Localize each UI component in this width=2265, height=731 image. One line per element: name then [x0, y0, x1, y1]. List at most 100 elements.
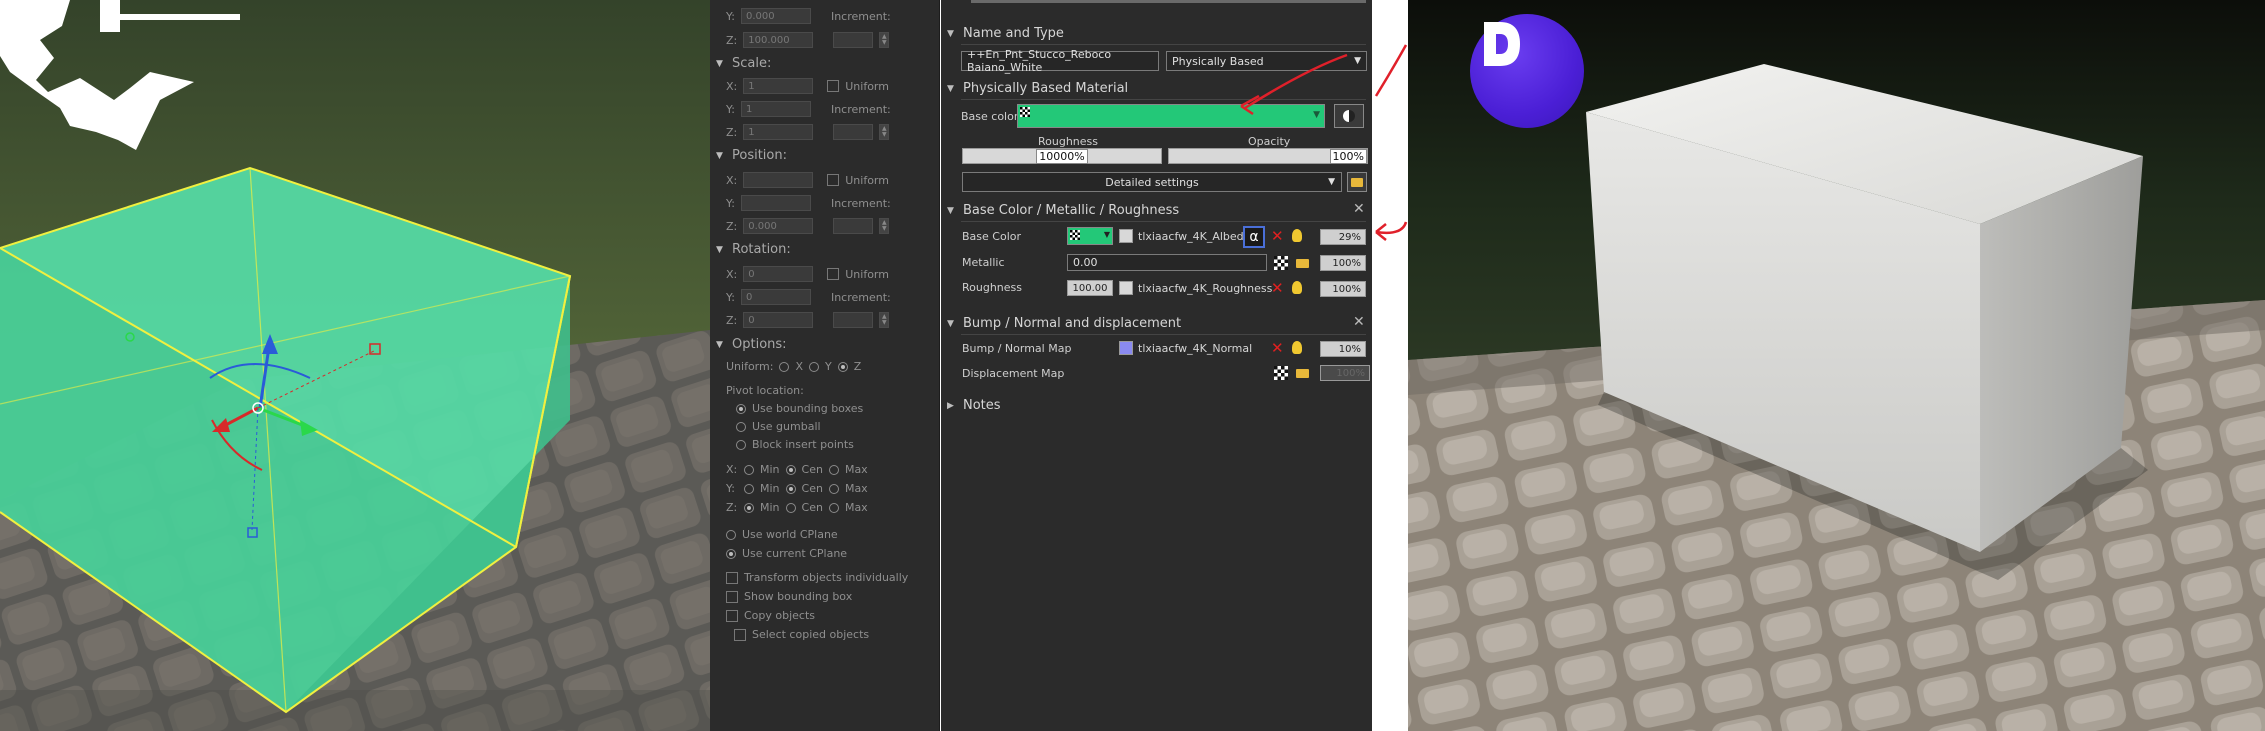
white-separator [1372, 0, 1408, 731]
pivot-bbox-radio[interactable] [736, 403, 746, 414]
scale-y-row: Y: 1 Increment: [726, 101, 891, 117]
checkbox-row: Select copied objects [734, 628, 869, 641]
uniform-checkbox[interactable] [827, 80, 840, 92]
x-max-radio[interactable] [828, 464, 839, 475]
radio-label: Min [760, 482, 780, 495]
options-section[interactable]: ▼ Options: [716, 337, 787, 352]
rotation-z-field[interactable]: 0 [743, 312, 814, 328]
axis-label: Z: [726, 501, 738, 514]
scale-increment-field[interactable] [833, 124, 874, 140]
z-min-radio[interactable] [744, 502, 754, 513]
spin-control[interactable]: ▲ ▼ [879, 312, 890, 328]
viewport-3d[interactable] [0, 0, 710, 731]
z-cen-radio[interactable] [785, 502, 796, 513]
transform-options-panel: Y: 0.000 Increment: Z: 100.000 ▲ ▼ ▼ Scal… [710, 0, 940, 731]
uniform-checkbox[interactable] [827, 268, 840, 280]
top-y-field[interactable]: 0.000 [740, 8, 811, 24]
chevron-down-icon: ▼ [716, 244, 723, 255]
position-y-row: Y: Increment: [726, 195, 891, 211]
pivot-option: Use bounding boxes [736, 402, 863, 415]
spin-control[interactable]: ▲ ▼ [879, 124, 890, 140]
rotation-z-row: Z: 0 ▲ ▼ [726, 312, 890, 328]
x-min-radio[interactable] [744, 464, 754, 475]
radio-label: Z [853, 360, 862, 373]
uniform-x-radio[interactable] [779, 361, 790, 372]
radio-label: Cen [801, 482, 823, 495]
z-align-row: Z: Min Cen Max [726, 501, 868, 514]
annotation-arrows [1240, 53, 1348, 116]
top-z-row: Z: 100.000 ▲ ▼ [726, 32, 890, 48]
increment-label: Increment: [830, 9, 891, 23]
axis-label: Y: [726, 482, 735, 495]
uniform-checkbox[interactable] [827, 174, 840, 186]
y-cen-radio[interactable] [785, 483, 796, 494]
render-preview [1408, 0, 2265, 731]
uniform-label: Uniform [845, 79, 889, 93]
scale-z-field[interactable]: 1 [743, 124, 814, 140]
current-cplane-radio[interactable] [726, 548, 736, 559]
pivot-gumball-radio[interactable] [736, 421, 746, 432]
uniform-y-radio[interactable] [808, 361, 819, 372]
position-section[interactable]: ▼ Position: [716, 148, 787, 163]
rotation-section[interactable]: ▼ Rotation: [716, 242, 791, 257]
cplane-option: Use current CPlane [726, 547, 847, 560]
y-max-radio[interactable] [828, 483, 839, 494]
pivot-block-radio[interactable] [736, 439, 746, 450]
axis-label: Y: [726, 290, 735, 304]
pivot-option: Use gumball [736, 420, 821, 433]
position-x-row: X: Uniform [726, 172, 889, 188]
rotation-title: Rotation: [732, 242, 791, 257]
z-max-radio[interactable] [828, 502, 839, 513]
radio-label: Min [760, 463, 780, 476]
rotation-increment-field[interactable] [833, 312, 874, 328]
radio-label: Use current CPlane [742, 547, 848, 560]
pivot-option: Block insert points [736, 438, 854, 451]
position-increment-field[interactable] [833, 218, 874, 234]
position-z-row: Z: 0.000 ▲ ▼ [726, 218, 890, 234]
scale-z-row: Z: 1 ▲ ▼ [726, 124, 890, 140]
increment-label: Increment: [830, 102, 891, 116]
scale-x-field[interactable]: 1 [743, 78, 814, 94]
position-x-field[interactable] [743, 172, 814, 188]
scale-y-field[interactable]: 1 [740, 101, 811, 117]
rotation-y-field[interactable]: 0 [740, 289, 811, 305]
scale-x-row: X: 1 Uniform [726, 78, 889, 94]
axis-label: Z: [726, 33, 738, 47]
y-min-radio[interactable] [744, 483, 754, 494]
chevron-down-icon: ▼ [716, 150, 723, 161]
spin-control[interactable]: ▲ ▼ [879, 218, 890, 234]
rotation-x-field[interactable]: 0 [743, 266, 814, 282]
top-increment-field[interactable] [833, 32, 874, 48]
axis-label: Z: [726, 313, 738, 327]
radio-label: Use world CPlane [742, 528, 838, 541]
spin-control[interactable]: ▲ ▼ [879, 32, 890, 48]
radio-label: Use gumball [752, 420, 821, 433]
position-y-field[interactable] [740, 195, 811, 211]
radio-label: Min [760, 501, 780, 514]
world-cplane-radio[interactable] [726, 529, 736, 540]
checkbox-row: Copy objects [726, 609, 815, 622]
checkbox-label: Transform objects individually [744, 571, 909, 584]
uniform-z-radio[interactable] [837, 361, 848, 372]
position-z-field[interactable]: 0.000 [743, 218, 814, 234]
radio-label: Block insert points [752, 438, 854, 451]
show-bbox-checkbox[interactable] [726, 590, 738, 603]
increment-label: Increment: [830, 196, 891, 210]
d5-logo-icon [1470, 14, 1584, 128]
copy-objects-checkbox[interactable] [726, 609, 738, 622]
radio-label: X [795, 360, 803, 373]
x-cen-radio[interactable] [785, 464, 796, 475]
checkbox-row: Transform objects individually [726, 571, 908, 584]
select-copied-checkbox[interactable] [734, 628, 746, 641]
axis-label: Z: [726, 125, 738, 139]
top-z-field[interactable]: 100.000 [743, 32, 814, 48]
cplane-option: Use world CPlane [726, 528, 838, 541]
axis-label: X: [726, 173, 738, 187]
checkbox-label: Select copied objects [752, 628, 870, 641]
axis-label: X: [726, 267, 738, 281]
axis-label: Y: [726, 196, 735, 210]
axis-label: X: [726, 463, 738, 476]
transform-individually-checkbox[interactable] [726, 571, 738, 584]
position-title: Position: [732, 148, 787, 163]
scale-section[interactable]: ▼ Scale: [716, 56, 771, 71]
